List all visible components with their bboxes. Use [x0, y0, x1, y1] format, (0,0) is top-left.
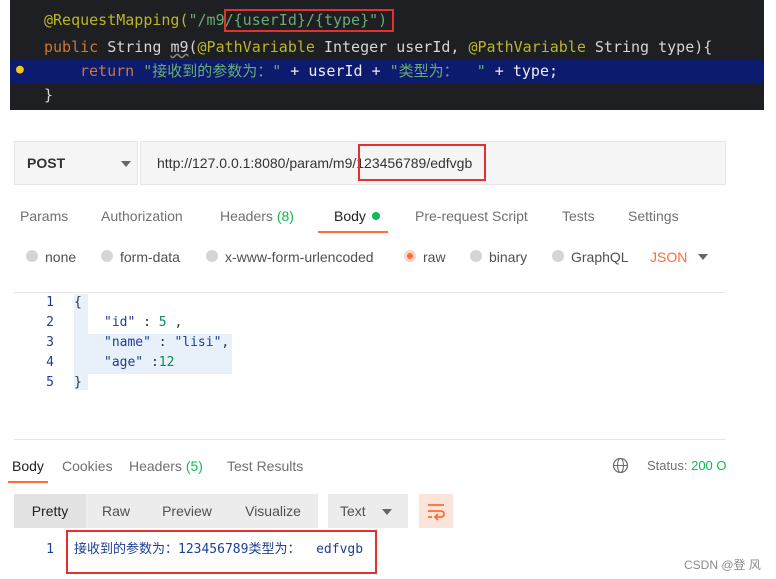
response-format-select[interactable]: Text — [328, 494, 408, 528]
line-number: 2 — [46, 315, 54, 330]
code-editor: @RequestMapping("/m9/{userId}/{type}") p… — [10, 0, 764, 110]
closing-brace: } — [44, 86, 54, 104]
tab-body[interactable]: Body — [334, 207, 380, 225]
response-tab-cookies[interactable]: Cookies — [62, 457, 113, 475]
chevron-down-icon — [121, 161, 131, 167]
radio-none[interactable] — [26, 250, 38, 262]
response-headers-count: (5) — [185, 458, 203, 474]
tab-params[interactable]: Params — [20, 207, 68, 225]
radio-none-label[interactable]: none — [45, 248, 76, 266]
concat-userid: + userId + — [281, 62, 390, 80]
method-name: m9 — [170, 38, 189, 56]
code-line-4: } — [10, 83, 764, 107]
path-variables-highlight — [224, 9, 394, 32]
radio-graphql-label[interactable]: GraphQL — [571, 248, 629, 266]
response-line-number: 1 — [46, 542, 54, 557]
view-raw-button[interactable]: Raw — [86, 494, 146, 528]
return-string-1: "接收到的参数为：" — [134, 62, 282, 80]
tab-pre-request-script[interactable]: Pre-request Script — [415, 207, 528, 225]
param-type: String type){ — [585, 38, 713, 56]
radio-raw[interactable] — [404, 250, 416, 262]
view-pretty-button[interactable]: Pretty — [14, 494, 86, 528]
format-select[interactable]: JSON — [650, 248, 687, 266]
response-highlight — [66, 530, 377, 574]
response-format-chevron-icon — [382, 509, 392, 515]
radio-form-data-label[interactable]: form-data — [120, 248, 180, 266]
return-keyword: return — [80, 62, 135, 80]
response-tab-body[interactable]: Body — [12, 457, 44, 475]
method-select[interactable]: POST — [14, 141, 138, 185]
tab-tests[interactable]: Tests — [562, 207, 595, 225]
view-preview-button[interactable]: Preview — [148, 494, 226, 528]
response-format-label: Text — [340, 503, 366, 519]
status-label: Status: — [647, 458, 688, 473]
radio-urlencoded[interactable] — [206, 250, 218, 262]
radio-graphql[interactable] — [552, 250, 564, 262]
line-number: 5 — [46, 375, 54, 390]
public-keyword: public — [44, 38, 99, 56]
tab-authorization[interactable]: Authorization — [101, 207, 183, 225]
line-number: 1 — [46, 295, 54, 310]
code-line-2: public String m9(@PathVariable Integer u… — [10, 35, 764, 59]
watermark: CSDN @登 风 — [684, 558, 761, 572]
url-prefix: http://127.0.0.1:8080/param/m9/ — [157, 155, 357, 171]
view-visualize-button[interactable]: Visualize — [230, 494, 316, 528]
line-number: 3 — [46, 335, 54, 350]
tab-headers[interactable]: Headers (8) — [220, 207, 294, 225]
radio-urlencoded-label[interactable]: x-www-form-urlencoded — [225, 248, 374, 266]
format-chevron-down-icon[interactable] — [698, 254, 708, 260]
concat-type: + type; — [485, 62, 559, 80]
return-type: String — [98, 38, 171, 56]
param-userid: Integer userId, — [314, 38, 469, 56]
body-indicator-dot — [371, 212, 380, 220]
request-mapping-annotation: @RequestMapping( — [44, 11, 189, 29]
response-tab-headers[interactable]: Headers (5) — [129, 457, 203, 475]
wrap-lines-icon — [428, 504, 445, 521]
json-line-3: "name" : "lisi", — [104, 335, 230, 350]
radio-binary-label[interactable]: binary — [489, 248, 527, 266]
globe-icon[interactable] — [612, 457, 629, 474]
radio-raw-label[interactable]: raw — [423, 248, 446, 266]
mapping-path-prefix: "/m9 — [188, 11, 225, 29]
active-tab-underline — [318, 231, 388, 233]
status-display: Status: 200 O — [647, 457, 727, 475]
tab-settings[interactable]: Settings — [628, 207, 679, 225]
path-variable-annotation-2: @PathVariable — [468, 38, 586, 56]
status-value: 200 O — [691, 458, 727, 473]
return-string-2: "类型为： " — [389, 62, 486, 80]
radio-form-data[interactable] — [101, 250, 113, 262]
wrap-lines-button[interactable] — [419, 494, 453, 528]
json-line-5: } — [74, 375, 82, 390]
response-active-underline — [8, 481, 48, 483]
radio-binary[interactable] — [470, 250, 482, 262]
json-line-4: "age" :12 — [104, 355, 175, 370]
headers-count: (8) — [276, 208, 294, 224]
open-paren: ( — [188, 38, 198, 56]
line-number: 4 — [46, 355, 54, 370]
url-params-highlight — [358, 144, 486, 181]
method-label: POST — [27, 155, 66, 171]
response-tab-test-results[interactable]: Test Results — [227, 457, 303, 475]
json-line-2: "id" : 5 , — [104, 315, 183, 330]
lightbulb-icon[interactable]: ● — [16, 63, 28, 77]
code-line-3: return "接收到的参数为：" + userId + "类型为： " + t… — [10, 59, 764, 83]
path-variable-annotation-1: @PathVariable — [197, 38, 315, 56]
json-line-1: { — [74, 295, 82, 310]
